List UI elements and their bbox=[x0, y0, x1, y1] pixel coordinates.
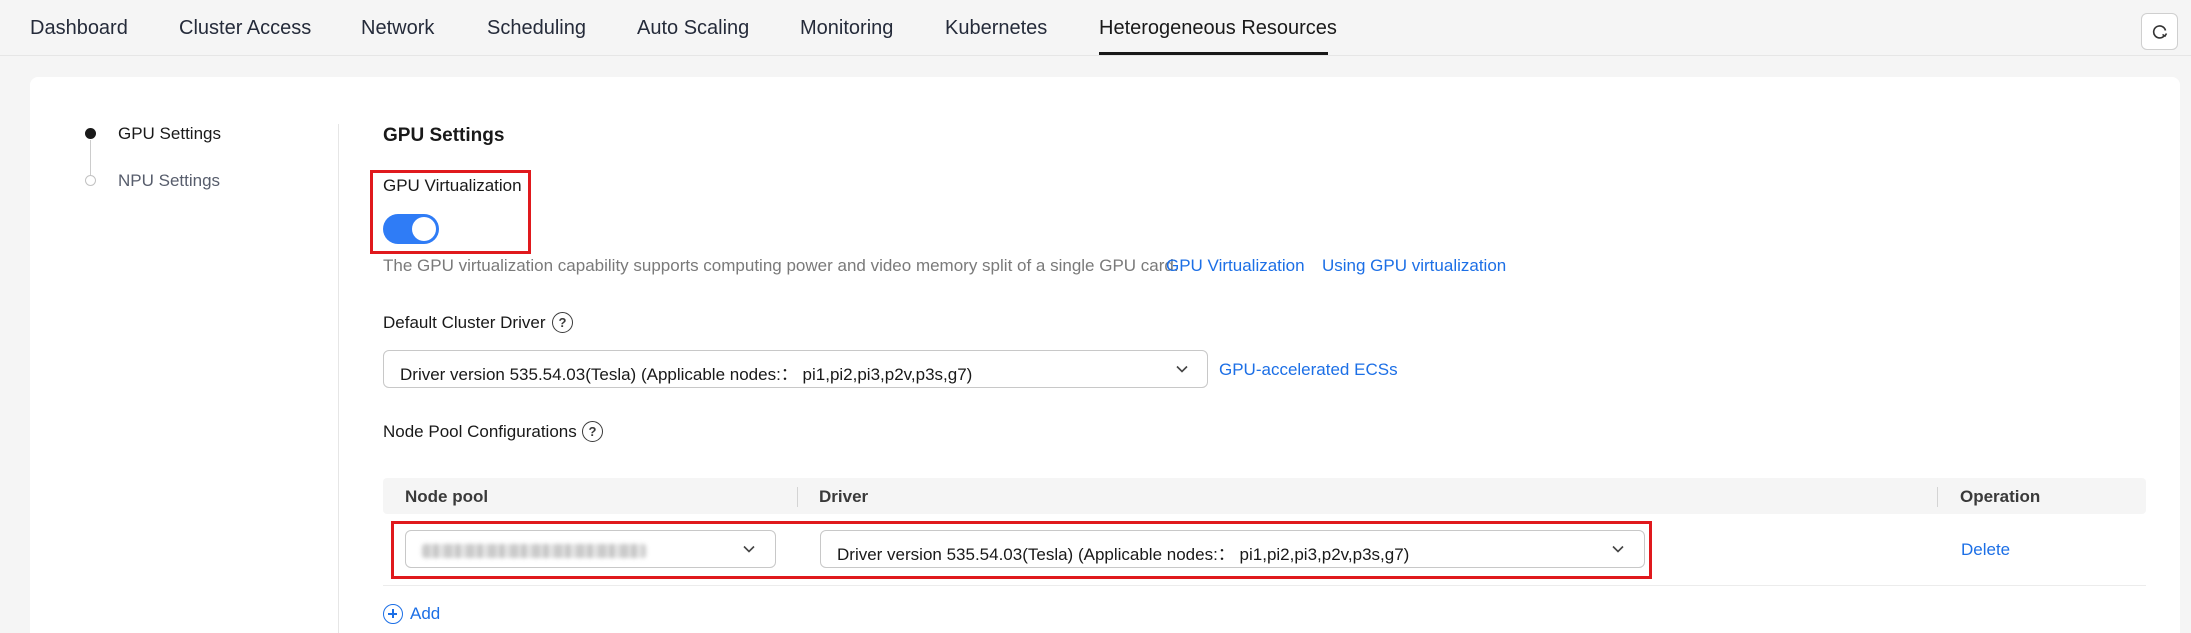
delete-link[interactable]: Delete bbox=[1961, 540, 2010, 560]
column-separator bbox=[1937, 487, 1938, 507]
row-divider bbox=[383, 585, 2146, 586]
tab-heterogeneous-resources[interactable]: Heterogeneous Resources bbox=[1099, 17, 1337, 40]
active-tab-indicator bbox=[1099, 52, 1328, 55]
column-node-pool: Node pool bbox=[405, 487, 489, 506]
default-driver-value: Driver version 535.54.03(Tesla) (Applica… bbox=[400, 365, 973, 384]
node-pool-driver-value: Driver version 535.54.03(Tesla) (Applica… bbox=[837, 545, 1410, 564]
add-circle-icon bbox=[383, 604, 403, 624]
add-label: Add bbox=[410, 604, 441, 623]
tab-network[interactable]: Network bbox=[361, 17, 434, 40]
tab-dashboard[interactable]: Dashboard bbox=[30, 17, 128, 40]
using-gpu-virtualization-link[interactable]: Using GPU virtualization bbox=[1322, 256, 1506, 276]
column-operation: Operation bbox=[1960, 487, 2041, 506]
column-separator bbox=[797, 487, 798, 507]
node-pool-driver-select[interactable]: Driver version 535.54.03(Tesla) (Applica… bbox=[820, 530, 1645, 568]
default-driver-label: Default Cluster Driver bbox=[383, 313, 546, 332]
tab-monitoring[interactable]: Monitoring bbox=[800, 17, 893, 40]
help-icon[interactable]: ? bbox=[582, 421, 603, 442]
nav-divider bbox=[338, 124, 339, 633]
node-pool-select[interactable] bbox=[405, 530, 776, 568]
gpu-virtualization-label: GPU Virtualization bbox=[383, 176, 522, 195]
tab-kubernetes[interactable]: Kubernetes bbox=[945, 17, 1047, 40]
refresh-button[interactable] bbox=[2141, 13, 2178, 50]
gpu-virtualization-link[interactable]: GPU Virtualization bbox=[1166, 256, 1305, 276]
column-driver: Driver bbox=[819, 487, 869, 506]
table-header: Node pool Driver Operation bbox=[383, 478, 2146, 514]
node-pool-configurations-label: Node Pool Configurations bbox=[383, 422, 577, 441]
chevron-down-icon bbox=[1176, 365, 1188, 373]
blurred-node-pool-name bbox=[422, 544, 646, 558]
anchor-gpu-settings[interactable]: GPU Settings bbox=[118, 124, 221, 144]
default-driver-select[interactable]: Driver version 535.54.03(Tesla) (Applica… bbox=[383, 350, 1208, 388]
anchor-dot-npu bbox=[85, 175, 96, 186]
add-node-pool-button[interactable]: Add bbox=[383, 604, 440, 624]
section-title: GPU Settings bbox=[383, 125, 505, 146]
gpu-accelerated-ecss-link[interactable]: GPU-accelerated ECSs bbox=[1219, 360, 1398, 380]
refresh-icon bbox=[2152, 24, 2167, 39]
gpu-virtualization-toggle[interactable] bbox=[383, 214, 439, 244]
chevron-down-icon bbox=[743, 545, 755, 553]
anchor-dot-gpu bbox=[85, 128, 96, 139]
tab-scheduling[interactable]: Scheduling bbox=[487, 17, 586, 40]
top-tab-bar: Dashboard Cluster Access Network Schedul… bbox=[0, 0, 2191, 56]
help-icon[interactable]: ? bbox=[552, 312, 573, 333]
anchor-connector bbox=[90, 140, 91, 178]
tab-cluster-access[interactable]: Cluster Access bbox=[179, 17, 311, 40]
anchor-npu-settings[interactable]: NPU Settings bbox=[118, 171, 220, 191]
gpu-virtualization-description: The GPU virtualization capability suppor… bbox=[383, 256, 1179, 275]
toggle-knob bbox=[412, 217, 436, 241]
chevron-down-icon bbox=[1612, 545, 1624, 553]
tab-auto-scaling[interactable]: Auto Scaling bbox=[637, 17, 749, 40]
